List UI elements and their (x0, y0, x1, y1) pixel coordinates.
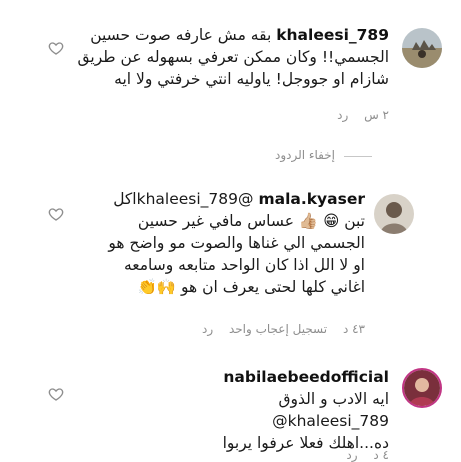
comment-meta: ٢ س رد (325, 108, 389, 122)
comment-time: ٢ س (364, 108, 389, 122)
comment-text: mala.kyaser @khaleesi_789اكل تبن 😁 👍🏼 عس… (108, 188, 365, 298)
comment-line: الجسمي!! وكان ممكن تعرفي بسهوله عن طريق (77, 48, 390, 66)
heart-icon[interactable] (48, 386, 64, 402)
comment-line: @khaleesi_789 (272, 412, 389, 430)
reply-button[interactable]: رد (346, 448, 357, 462)
heart-icon[interactable] (48, 206, 64, 222)
hide-replies-divider (344, 156, 372, 157)
avatar[interactable] (374, 194, 414, 234)
hide-replies-button[interactable]: إخفاء الردود (275, 148, 335, 162)
comment-meta: ٤ د رد (334, 448, 389, 462)
comment-line: ايه الادب و الذوق (278, 390, 389, 408)
avatar[interactable] (402, 28, 442, 68)
comment-line: بقه مش عارفه صوت حسين (90, 26, 272, 44)
comment-line: شازام او جووجل! ياوليه انتي خرفتي ولا اي… (114, 70, 389, 88)
comment-line: اغاني كلها لحتى يعرف ان هو 🙌👏 (137, 278, 365, 296)
avatar[interactable] (402, 368, 442, 408)
comment-username[interactable]: nabilaebeedofficial (223, 366, 389, 388)
comment-line: @khaleesi_789اكل (113, 190, 254, 208)
reply-button[interactable]: رد (337, 108, 348, 122)
reply-button[interactable]: رد (202, 322, 213, 336)
comment-meta: ٤٣ د تسجيل إعجاب واحد رد (190, 322, 365, 336)
comment-text: nabilaebeedofficial ايه الادب و الذوق @k… (223, 366, 389, 454)
comment-time: ٤٣ د (342, 322, 365, 336)
comment-time: ٤ د (373, 448, 389, 462)
comment-line: او لا الل اذا كان الواحد متابعه وسامعه (123, 256, 365, 274)
comment-username[interactable]: khaleesi_789 (276, 26, 389, 44)
comment-line: الجسمي الي غناها والصوت مو واضح هو (108, 234, 365, 252)
comment-line: تبن 😁 👍🏼 عساس مافي غير حسين (137, 212, 365, 230)
likes-count[interactable]: تسجيل إعجاب واحد (229, 322, 327, 336)
heart-icon[interactable] (48, 40, 64, 56)
comment-username[interactable]: mala.kyaser (258, 190, 365, 208)
comment-text: khaleesi_789 بقه مش عارفه صوت حسين الجسم… (78, 24, 390, 90)
